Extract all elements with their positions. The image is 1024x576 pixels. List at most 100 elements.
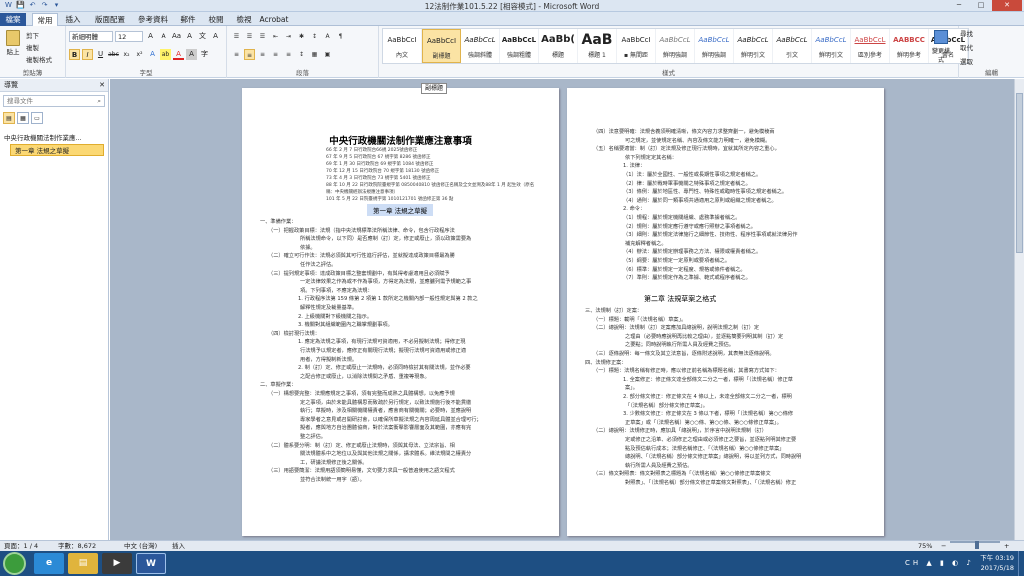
asian-layout-button[interactable]: ✱ [296,31,307,42]
style-no-spacing[interactable]: AaBbCcI ▪ 無間距 [617,29,656,63]
style-heading-1[interactable]: AaB 標題 1 [578,29,617,63]
increase-indent-button[interactable]: ⇥ [283,31,294,42]
justify-button[interactable]: ≡ [270,49,281,60]
sort-button[interactable]: ↕ [309,31,320,42]
results-view-tab[interactable]: ▭ [31,112,43,124]
line-spacing-button[interactable]: ↕ [296,49,307,60]
font-color-button[interactable]: A [173,49,184,60]
style-intense-quote[interactable]: AaBbCcL 鮮明引文 [812,29,851,63]
style-quote-intense[interactable]: AaBbCcL 鮮明引文 [734,29,773,63]
style-intense-reference[interactable]: AABBCC 鮮明參考 [890,29,929,63]
body-line: 1. 全案修正：修正條文達全部條文二分之一者，標明「（法規名稱）修正草 [623,376,793,383]
style-subtitle[interactable]: AaBbCcI 副標題 [422,29,461,63]
style-strong[interactable]: AaBbCcL 強調粗體 [500,29,539,63]
internet-explorer-icon[interactable]: e [34,553,64,574]
char-direction-button[interactable]: A [322,31,333,42]
show-marks-button[interactable]: ¶ [335,31,346,42]
italic-button[interactable]: I [82,49,93,60]
style-subtle-reference[interactable]: AaBbCcL 區別參考 [851,29,890,63]
style-emphasis[interactable]: AaBbCcL 強調斜體 [461,29,500,63]
maximize-button[interactable]: □ [970,0,992,11]
highlight-button[interactable]: ab [160,49,171,60]
clock[interactable]: 下午 03:19 2017/5/18 [980,553,1014,573]
subscript-button[interactable]: x₂ [121,49,132,60]
style-normal[interactable]: AaBbCcI 內文 [383,29,422,63]
distributed-button[interactable]: ≡ [283,49,294,60]
superscript-button[interactable]: x² [134,49,145,60]
clear-format-button[interactable]: A [184,31,195,42]
bold-button[interactable]: B [69,49,80,60]
font-name-select[interactable]: 新細明體 [69,31,113,42]
body-line: 所稱法規命令，以下同）是否應制（訂）定，修正或廢止，須以政策需要為 [300,236,472,243]
enclose-char-button[interactable]: 字 [199,49,210,60]
text-effects-button[interactable]: A [147,49,158,60]
vertical-scrollbar[interactable] [1014,79,1024,540]
media-player-icon[interactable]: ▶ [102,553,132,574]
change-styles-button[interactable]: 變更樣式 [930,28,952,66]
style-quote[interactable]: AaBbCcL 引文 [773,29,812,63]
body-line: 定之事項，由於未能具體構思而致疏於另行規定，以致法規施行後不能貫徹 [300,399,472,406]
multilevel-list-button[interactable]: ☰ [257,31,268,42]
select-button[interactable]: 選取 [960,56,973,66]
system-tray-icons[interactable]: CH ▲ ▮ ◐ ♪ [905,559,974,567]
tab-acrobat[interactable]: Acrobat [259,13,289,26]
headings-view-tab[interactable]: ▤ [3,112,15,124]
search-icon[interactable]: ⌕ [97,96,101,107]
tab-view[interactable]: 檢視 [231,13,257,26]
bullets-button[interactable]: ☰ [231,31,242,42]
nav-search-input[interactable]: 搜尋文件 ⌕ [3,95,105,107]
decrease-indent-button[interactable]: ⇤ [270,31,281,42]
chapter-heading: 第一章 法規之草擬 [367,204,434,216]
numbering-button[interactable]: ☰ [244,31,255,42]
align-center-button[interactable]: ≡ [244,49,255,60]
grow-font-button[interactable]: A [145,31,156,42]
font-size-select[interactable]: 12 [115,31,143,42]
strikethrough-button[interactable]: abc [108,49,119,60]
body-line: （5）綱要：屬於規定一定原則或要項者稱之。 [623,258,731,264]
align-left-button[interactable]: ≡ [231,49,242,60]
replace-button[interactable]: 取代 [960,42,973,52]
nav-heading-item-selected[interactable]: 第一章 法規之草擬 [10,144,104,156]
nav-title: 導覽 [4,81,18,89]
cut-button[interactable]: 剪下 [26,30,39,40]
tab-home[interactable]: 常用 [32,13,58,26]
find-button[interactable]: 尋找 [960,28,973,38]
format-painter-button[interactable]: 複製格式 [26,54,52,64]
underline-button[interactable]: U [95,49,106,60]
body-line: 3. 機關對其組織範圍內之職掌規劃事項。 [298,322,393,329]
change-case-button[interactable]: Aa [171,31,182,42]
zoom-slider-thumb[interactable] [975,541,979,549]
pages-view-tab[interactable]: ▦ [17,112,29,124]
paste-button[interactable]: 貼上 [4,30,22,56]
file-explorer-icon[interactable]: ▤ [68,553,98,574]
style-intense-emphasis[interactable]: AaBbCcL 鮮明強調 [695,29,734,63]
show-desktop-button[interactable] [1018,551,1024,576]
document-page-2[interactable]: （四）法意要明確：法規含義須明確清晰，條文內容力求整齊劃一，避免模稜兩 可之規定，… [567,88,884,536]
word-taskbar-icon[interactable]: W [136,553,166,574]
tab-references[interactable]: 參考資料 [133,13,173,26]
tab-review[interactable]: 校閱 [203,13,229,26]
style-title[interactable]: AaBb(標題 [539,29,578,63]
scrollbar-thumb[interactable] [1016,93,1023,253]
body-line: 「（法規名稱）部分條文修正草案」。 [625,402,708,409]
align-right-button[interactable]: ≡ [257,49,268,60]
body-line: （二）體系要分明：制（訂）定、修正或廢止法規時，須與其母法、立法宗旨、相 [268,442,455,449]
tab-page-layout[interactable]: 版面配置 [90,13,130,26]
shading-button[interactable]: ▦ [309,49,320,60]
start-button[interactable] [3,552,26,575]
char-shading-button[interactable]: A [186,49,197,60]
nav-heading-item[interactable]: 中央行政機關法制作業應... [0,132,108,144]
nav-close-icon[interactable]: ✕ [99,79,105,92]
tab-mailings[interactable]: 郵件 [175,13,201,26]
minimize-button[interactable]: ─ [948,0,970,11]
shrink-font-button[interactable]: A [158,31,169,42]
char-border-button[interactable]: A [210,31,221,42]
tab-file[interactable]: 檔案 [0,13,26,26]
close-button[interactable]: ✕ [992,0,1022,11]
borders-button[interactable]: ▣ [322,49,333,60]
style-subtle-emphasis[interactable]: AaBbCcL 鮮明強調 [656,29,695,63]
phonetic-guide-button[interactable]: 文 [197,31,208,42]
tab-insert[interactable]: 插入 [60,13,86,26]
copy-button[interactable]: 複製 [26,42,39,52]
document-page-1[interactable]: 中央行政機關法制作業應注意事項 66 年 2 月 7 日行政院台66規 2025… [242,88,559,536]
